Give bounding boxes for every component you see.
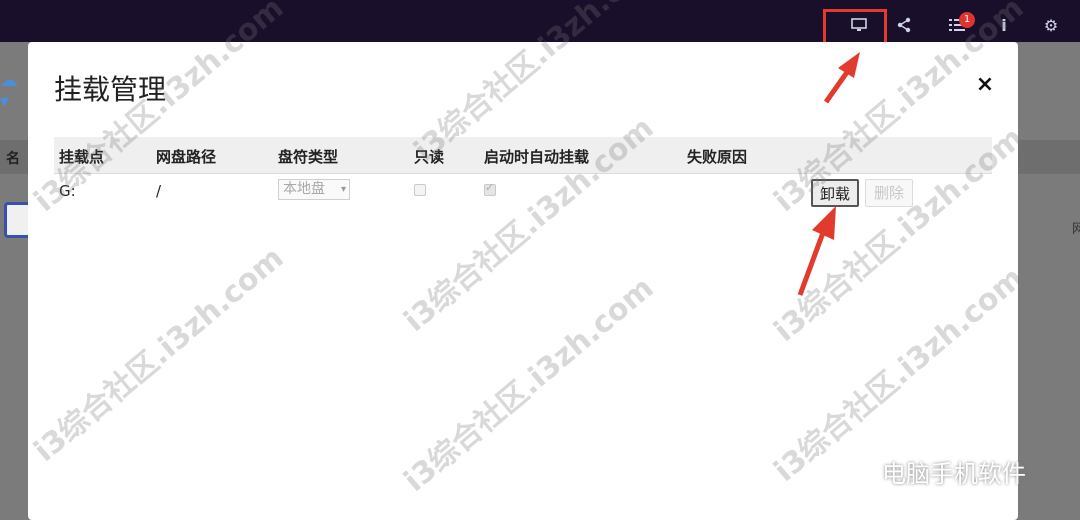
cloud-path-cell: / xyxy=(156,182,162,200)
column-header-auto-mount: 启动时自动挂载 xyxy=(484,148,590,166)
drive-type-select[interactable]: 本地盘 ▾ xyxy=(278,179,350,200)
chevron-down-icon: ▾ xyxy=(340,184,346,195)
unmount-button[interactable]: 卸载 xyxy=(811,179,859,207)
share-icon[interactable] xyxy=(893,14,915,36)
column-header-read-only: 只读 xyxy=(414,148,445,166)
wechat-account-label: 电脑手机软件 xyxy=(882,460,1026,488)
background-column-label: 名 xyxy=(6,151,20,167)
auto-mount-checkbox[interactable] xyxy=(484,181,496,196)
column-header-cloud-path: 网盘路径 xyxy=(156,148,217,166)
settings-gears-icon[interactable]: ⚙ xyxy=(1040,14,1062,36)
delete-button[interactable]: 删除 xyxy=(865,179,913,207)
close-icon[interactable]: × xyxy=(975,72,995,97)
mount-management-dialog: 挂载管理 × 挂载点 网盘路径 盘符类型 只读 启动时自动挂载 失败原因 G: … xyxy=(28,42,1018,520)
notification-badge: 1 xyxy=(959,12,975,28)
background-edge-text: 网 xyxy=(1072,222,1080,237)
drive-type-value: 本地盘 xyxy=(283,181,325,197)
top-nav-bar xyxy=(0,0,1080,42)
column-header-fail-reason: 失败原因 xyxy=(687,148,748,166)
header-divider xyxy=(54,173,992,174)
column-header-drive-type: 盘符类型 xyxy=(278,148,339,166)
cloud-icon[interactable]: ☁▾ xyxy=(0,70,24,112)
dialog-title: 挂载管理 xyxy=(54,73,167,106)
read-only-checkbox[interactable] xyxy=(414,184,426,196)
wechat-icon xyxy=(839,460,874,486)
mount-point-cell: G: xyxy=(59,182,76,200)
info-icon[interactable]: i xyxy=(993,14,1015,36)
column-header-mount-point: 挂载点 xyxy=(59,148,105,166)
